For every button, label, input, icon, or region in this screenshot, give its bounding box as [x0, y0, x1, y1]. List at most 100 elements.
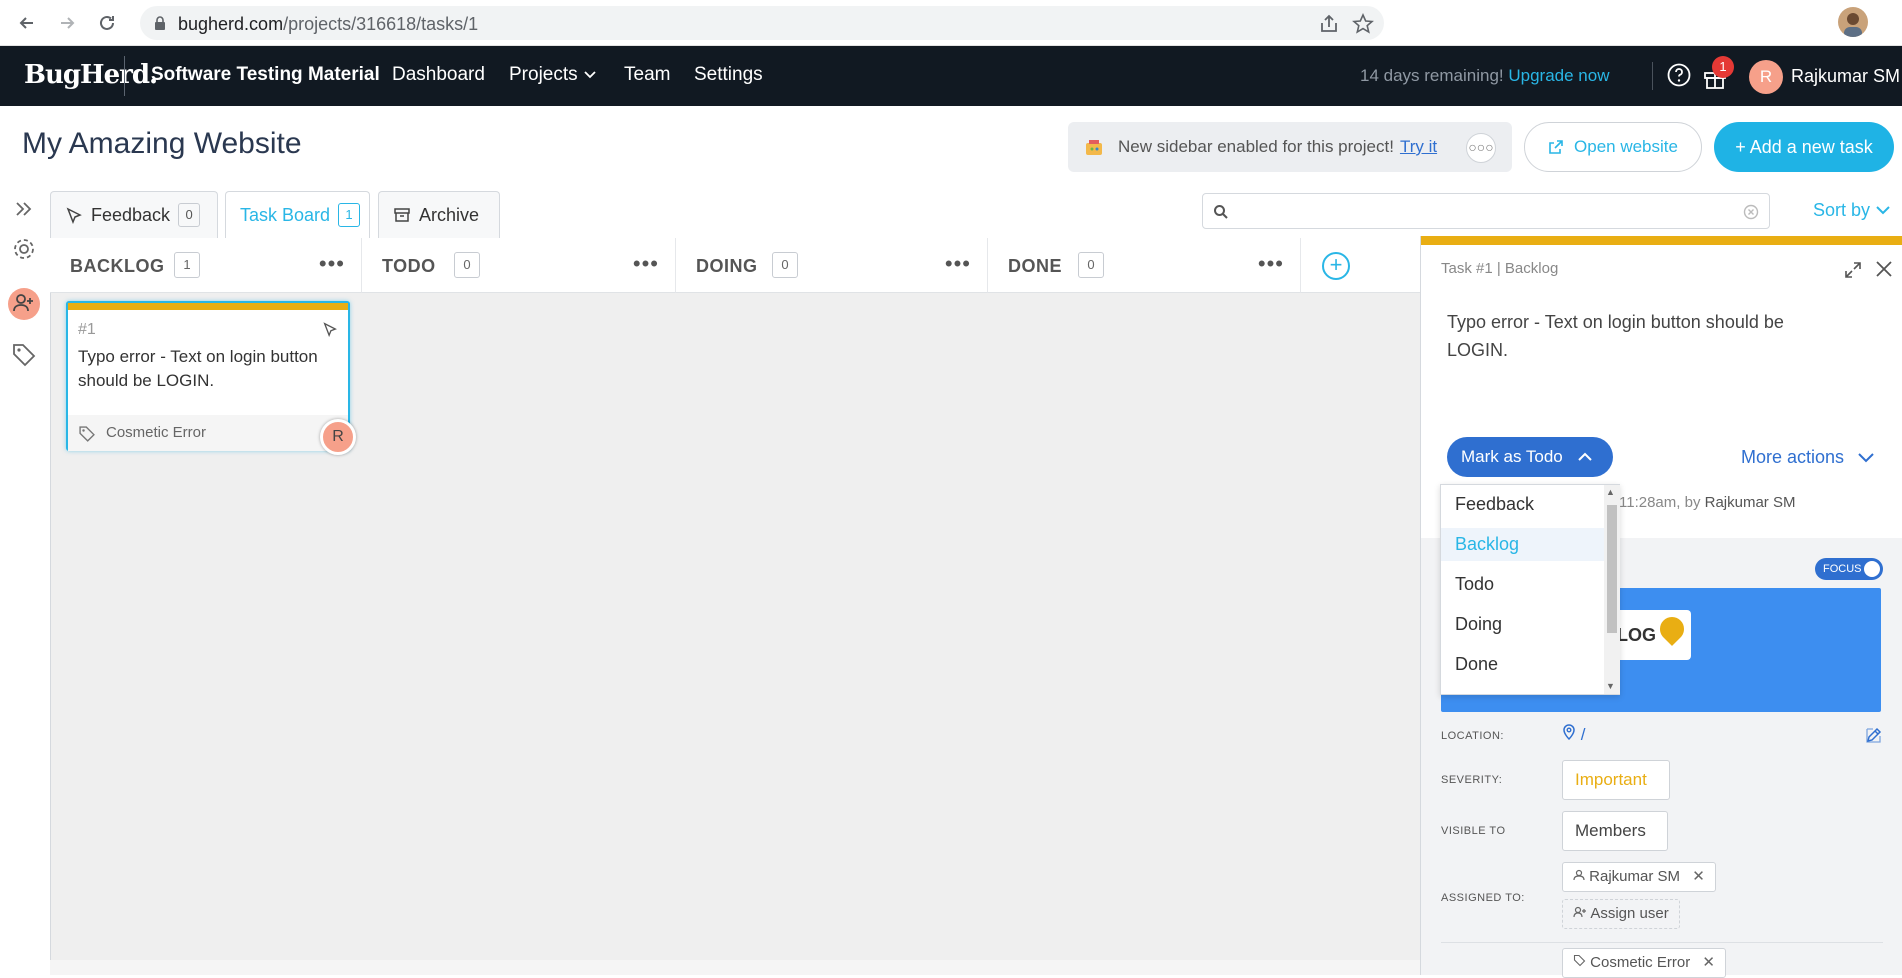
app-header: BugHerd. Software Testing Material Dashb…: [0, 46, 1902, 106]
expand-icon[interactable]: [1843, 260, 1863, 280]
nav-team[interactable]: Team: [624, 64, 670, 86]
focus-label: FOCUS: [1823, 563, 1862, 575]
lock-icon: [155, 16, 165, 30]
more-options-icon[interactable]: ○○○: [1466, 133, 1496, 163]
dropdown-option-doing[interactable]: Doing: [1441, 608, 1604, 641]
forward-arrow-icon[interactable]: [52, 8, 82, 38]
column-count: 0: [772, 252, 798, 278]
column-name: BACKLOG: [70, 256, 165, 276]
address-bar[interactable]: bugherd.com/projects/316618/tasks/1: [140, 6, 1384, 40]
column-name: TODO: [382, 256, 436, 276]
horizontal-scrollbar[interactable]: [50, 960, 1420, 975]
meta-user: Rajkumar SM: [1704, 494, 1796, 511]
map-pin-icon: [1563, 724, 1575, 741]
add-column-icon[interactable]: +: [1322, 252, 1350, 280]
clear-search-icon[interactable]: [1743, 204, 1759, 220]
page-title: My Amazing Website: [22, 127, 302, 160]
bugherd-logo[interactable]: BugHerd.: [24, 60, 158, 90]
search-input[interactable]: [1202, 193, 1770, 229]
task-number: #1: [78, 321, 96, 338]
assignee-avatar[interactable]: R: [320, 419, 356, 455]
visible-to-select[interactable]: Members: [1562, 811, 1668, 873]
task-card[interactable]: #1 Typo error - Text on login button sho…: [66, 301, 350, 451]
nav-projects[interactable]: Projects: [509, 64, 597, 86]
notice-text: New sidebar enabled for this project! Try…: [1118, 137, 1438, 156]
add-user-icon[interactable]: [11, 290, 37, 316]
sidebar-notice: New sidebar enabled for this project! Try…: [1068, 122, 1512, 172]
user-icon: [1573, 869, 1585, 881]
column-name: DONE: [1008, 256, 1063, 276]
more-actions-button[interactable]: More actions: [1741, 447, 1875, 468]
remove-assignee-icon[interactable]: ✕: [1692, 868, 1705, 885]
expand-sidebar-icon[interactable]: [11, 196, 37, 222]
dropdown-option-done[interactable]: Done: [1441, 648, 1604, 681]
tag-icon[interactable]: [11, 342, 37, 368]
nav-settings[interactable]: Settings: [694, 64, 763, 86]
upgrade-link[interactable]: Upgrade now: [1508, 66, 1609, 85]
dropdown-option-feedback[interactable]: Feedback: [1441, 488, 1604, 521]
column-count: 1: [174, 252, 200, 278]
browser-profile-avatar[interactable]: [1838, 7, 1868, 37]
scrollbar-thumb[interactable]: [1607, 505, 1617, 633]
sort-by-label: Sort by: [1813, 200, 1871, 220]
open-website-button[interactable]: Open website: [1524, 122, 1702, 172]
severity-value: Important: [1575, 770, 1647, 789]
column-doing: DOING 0 •••: [676, 238, 988, 293]
tag-name: Cosmetic Error: [1590, 954, 1691, 971]
user-name[interactable]: Rajkumar SM: [1791, 66, 1900, 87]
project-name[interactable]: Software Testing Material: [151, 64, 380, 86]
column-todo: TODO 0 •••: [362, 238, 676, 293]
user-avatar[interactable]: R: [1749, 60, 1783, 94]
back-arrow-icon[interactable]: [12, 8, 42, 38]
gear-icon[interactable]: [11, 236, 37, 262]
column-name: DOING: [696, 256, 758, 276]
star-icon[interactable]: [1352, 13, 1374, 35]
column-menu-icon[interactable]: •••: [319, 251, 345, 277]
cursor-icon: [66, 207, 82, 224]
assign-user-button[interactable]: Assign user: [1562, 899, 1680, 929]
task-meta: 11:28am, by Rajkumar SM: [1619, 494, 1796, 511]
dropdown-option-backlog[interactable]: Backlog: [1441, 528, 1604, 561]
remove-tag-icon[interactable]: ✕: [1702, 954, 1715, 971]
notification-badge: 1: [1712, 56, 1734, 78]
severity-bar: [68, 303, 348, 310]
task-title: Typo error - Text on login button should…: [78, 347, 318, 390]
tab-archive[interactable]: Archive: [378, 191, 500, 238]
column-menu-icon[interactable]: •••: [1258, 251, 1284, 277]
chevron-down-icon: [1876, 206, 1890, 215]
severity-select[interactable]: Important: [1562, 760, 1670, 822]
archive-icon: [394, 208, 410, 222]
focus-toggle[interactable]: FOCUS: [1815, 558, 1883, 580]
assigned-to-label: ASSIGNED TO:: [1441, 892, 1525, 904]
location-value[interactable]: /: [1562, 724, 1585, 745]
assign-user-label: Assign user: [1590, 905, 1669, 922]
scroll-up-icon[interactable]: ▲: [1606, 487, 1615, 497]
tab-feedback[interactable]: Feedback 0: [50, 191, 218, 238]
tab-task-board[interactable]: Task Board 1: [225, 191, 370, 238]
severity-label: SEVERITY:: [1441, 774, 1503, 786]
add-task-button[interactable]: + Add a new task: [1714, 122, 1894, 172]
severity-bar: [1421, 236, 1902, 245]
task-description[interactable]: Typo error - Text on login button should…: [1447, 308, 1847, 364]
share-icon[interactable]: [1318, 13, 1340, 35]
reload-icon[interactable]: [92, 8, 122, 38]
mark-as-todo-button[interactable]: Mark as Todo: [1447, 437, 1613, 477]
column-menu-icon[interactable]: •••: [945, 251, 971, 277]
close-icon[interactable]: [1875, 260, 1893, 278]
nav-dashboard[interactable]: Dashboard: [392, 64, 485, 86]
sort-by-dropdown[interactable]: Sort by: [1813, 200, 1891, 221]
column-menu-icon[interactable]: •••: [633, 251, 659, 277]
trial-notice: 14 days remaining! Upgrade now: [1360, 66, 1610, 86]
help-icon[interactable]: [1666, 62, 1692, 88]
scroll-down-icon[interactable]: ▼: [1606, 681, 1615, 691]
column-count: 0: [1078, 252, 1104, 278]
more-actions-label: More actions: [1741, 447, 1845, 467]
assigned-user-name: Rajkumar SM: [1589, 868, 1681, 885]
assigned-user-chip: Rajkumar SM ✕: [1562, 862, 1716, 892]
task-header: Task #1 | Backlog: [1441, 260, 1559, 277]
open-website-label: Open website: [1574, 137, 1678, 156]
dropdown-option-todo[interactable]: Todo: [1441, 568, 1604, 601]
edit-icon[interactable]: [1865, 726, 1883, 744]
try-it-link[interactable]: Try it: [1400, 137, 1437, 156]
add-column-area: [1301, 238, 1420, 293]
